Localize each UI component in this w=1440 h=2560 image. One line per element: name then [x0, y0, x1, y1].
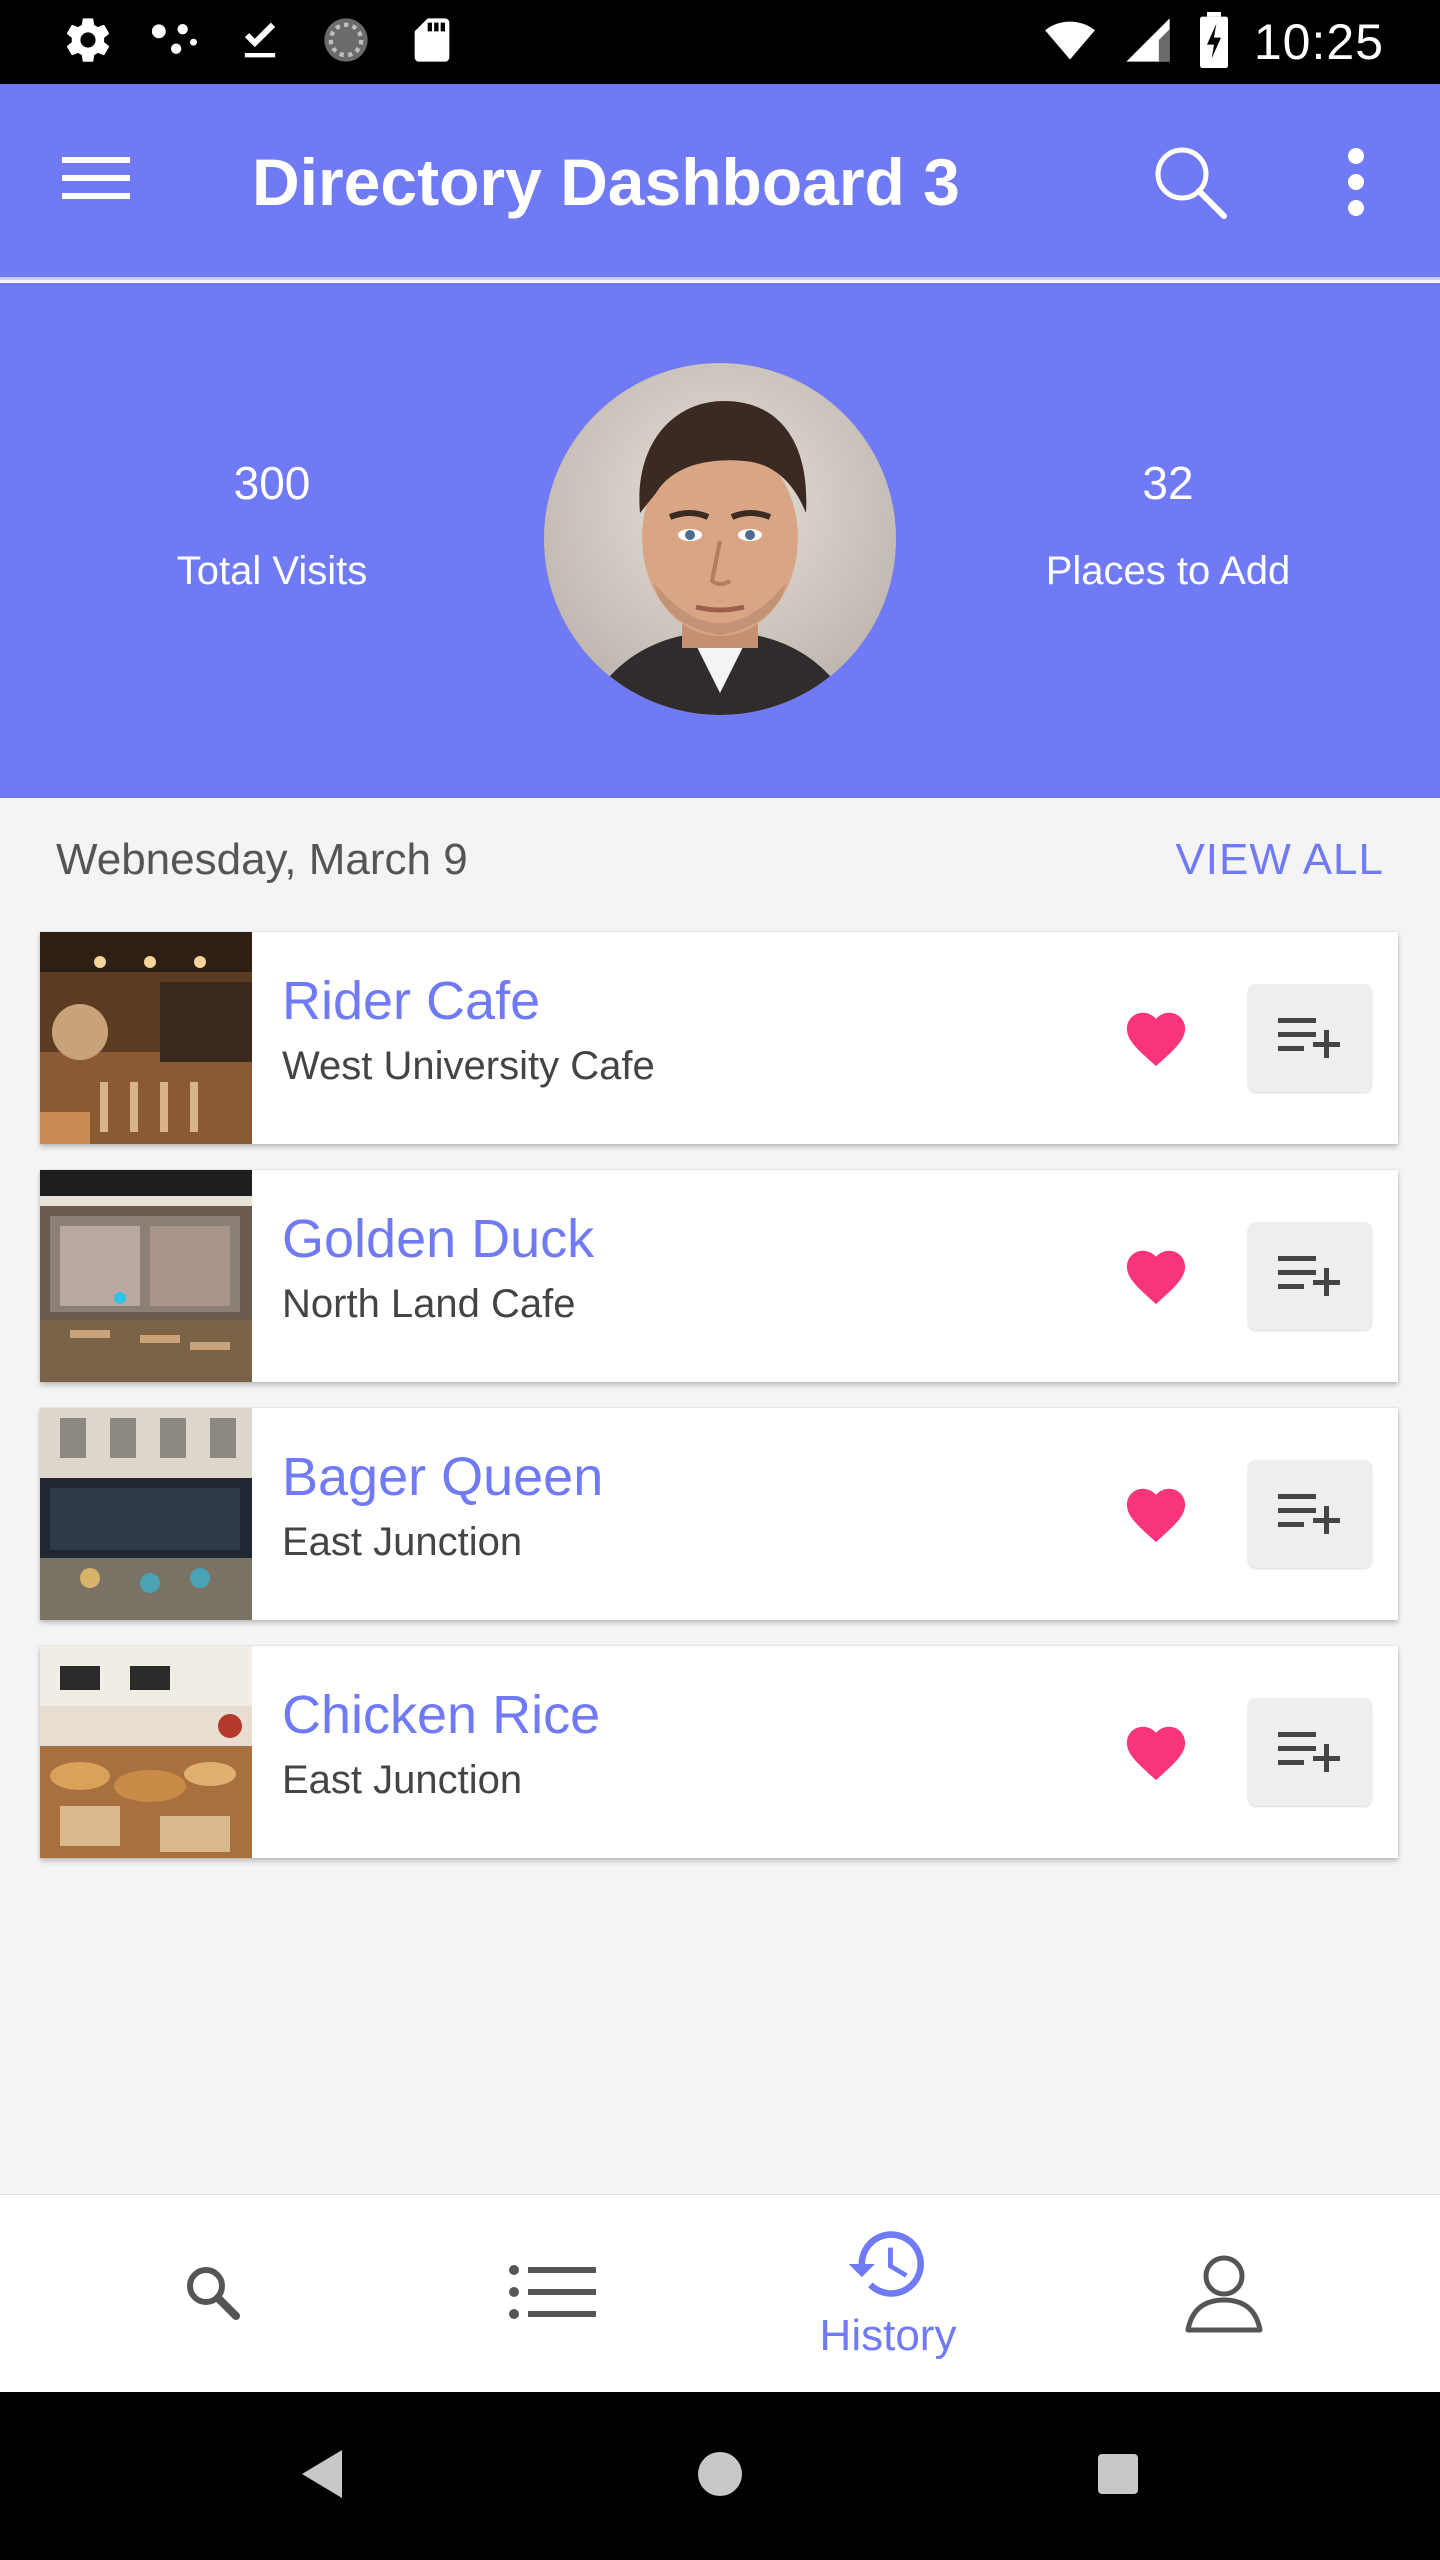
search-button[interactable]	[1146, 140, 1234, 228]
playlist-add-icon	[1278, 1488, 1342, 1541]
download-done-icon	[234, 14, 286, 71]
sd-card-icon	[406, 14, 458, 71]
heart-icon	[1120, 1480, 1192, 1549]
nav-search[interactable]	[42, 2195, 382, 2393]
place-thumbnail	[40, 1646, 252, 1858]
place-card[interactable]: Rider Cafe West University Cafe	[40, 932, 1398, 1144]
places-to-add-stat: 32 Places to Add	[988, 453, 1348, 601]
system-navigation-bar	[0, 2392, 1440, 2560]
place-card[interactable]: Bager Queen East Junction	[40, 1408, 1398, 1620]
battery-charging-icon	[1196, 11, 1232, 73]
heart-icon	[1120, 1718, 1192, 1787]
add-to-list-button[interactable]	[1248, 1698, 1372, 1806]
add-to-list-button[interactable]	[1248, 1460, 1372, 1568]
places-list: Rider Cafe West University Cafe Golden D…	[40, 932, 1398, 1884]
home-button[interactable]	[674, 2430, 766, 2522]
avatar[interactable]	[544, 363, 896, 715]
signal-icon	[1122, 14, 1174, 71]
menu-button[interactable]	[56, 140, 136, 220]
person-icon	[1182, 2250, 1266, 2339]
place-subtitle: East Junction	[282, 1758, 523, 1802]
place-name: Chicken Rice	[282, 1685, 601, 1745]
list-icon	[508, 2262, 596, 2327]
heart-icon	[1120, 1004, 1192, 1073]
total-visits-value: 300	[233, 457, 311, 509]
menu-icon	[62, 153, 130, 208]
places-to-add-value: 32	[1142, 457, 1194, 509]
place-card[interactable]: Chicken Rice East Junction	[40, 1646, 1398, 1858]
place-subtitle: East Junction	[282, 1520, 523, 1564]
status-time: 10:25	[1253, 14, 1384, 70]
sync-icon	[320, 14, 372, 71]
add-to-list-button[interactable]	[1248, 984, 1372, 1092]
more-vert-icon	[1344, 146, 1368, 223]
place-card[interactable]: Golden Duck North Land Cafe	[40, 1170, 1398, 1382]
home-circle-icon	[696, 2450, 744, 2503]
back-button[interactable]	[276, 2430, 368, 2522]
list-header: Webnesday, March 9 VIEW ALL	[0, 798, 1440, 922]
more-options-button[interactable]	[1316, 140, 1396, 228]
place-subtitle: West University Cafe	[282, 1044, 655, 1088]
nav-history-label: History	[819, 2310, 957, 2360]
date-label: Webnesday, March 9	[56, 835, 468, 884]
favorite-button[interactable]	[1116, 998, 1196, 1078]
view-all-button[interactable]: VIEW ALL	[1175, 798, 1384, 922]
search-icon	[182, 2262, 242, 2327]
total-visits-label: Total Visits	[176, 549, 368, 593]
search-icon	[1152, 144, 1228, 225]
status-bar-right: 10:25	[1040, 11, 1384, 73]
nav-list[interactable]	[382, 2195, 722, 2393]
place-thumbnail	[40, 1170, 252, 1382]
dots-icon	[148, 14, 200, 71]
heart-icon	[1120, 1242, 1192, 1311]
nav-profile[interactable]	[1054, 2195, 1394, 2393]
nav-history[interactable]: History	[718, 2195, 1058, 2393]
place-name: Rider Cafe	[282, 971, 541, 1031]
place-thumbnail	[40, 1408, 252, 1620]
playlist-add-icon	[1278, 1012, 1342, 1065]
wifi-icon	[1040, 14, 1100, 71]
place-name: Bager Queen	[282, 1447, 604, 1507]
status-bar-left-icons	[62, 14, 458, 70]
place-subtitle: North Land Cafe	[282, 1282, 576, 1326]
history-icon	[848, 2228, 928, 2305]
places-to-add-label: Places to Add	[1045, 549, 1291, 593]
back-triangle-icon	[298, 2448, 346, 2505]
recents-square-icon	[1096, 2452, 1140, 2501]
favorite-button[interactable]	[1116, 1236, 1196, 1316]
profile-header: 300 Total Visits 32 Places to Add	[0, 283, 1440, 798]
app-title: Directory Dashboard 3	[252, 145, 960, 219]
favorite-button[interactable]	[1116, 1474, 1196, 1554]
place-thumbnail	[40, 932, 252, 1144]
recents-button[interactable]	[1072, 2430, 1164, 2522]
playlist-add-icon	[1278, 1726, 1342, 1779]
app-bar: Directory Dashboard 3	[0, 84, 1440, 280]
status-bar: 10:25	[0, 0, 1440, 84]
place-name: Golden Duck	[282, 1209, 595, 1269]
favorite-button[interactable]	[1116, 1712, 1196, 1792]
total-visits-stat: 300 Total Visits	[92, 453, 452, 601]
bottom-navigation: History	[0, 2194, 1440, 2392]
playlist-add-icon	[1278, 1250, 1342, 1303]
add-to-list-button[interactable]	[1248, 1222, 1372, 1330]
settings-icon	[62, 14, 114, 71]
